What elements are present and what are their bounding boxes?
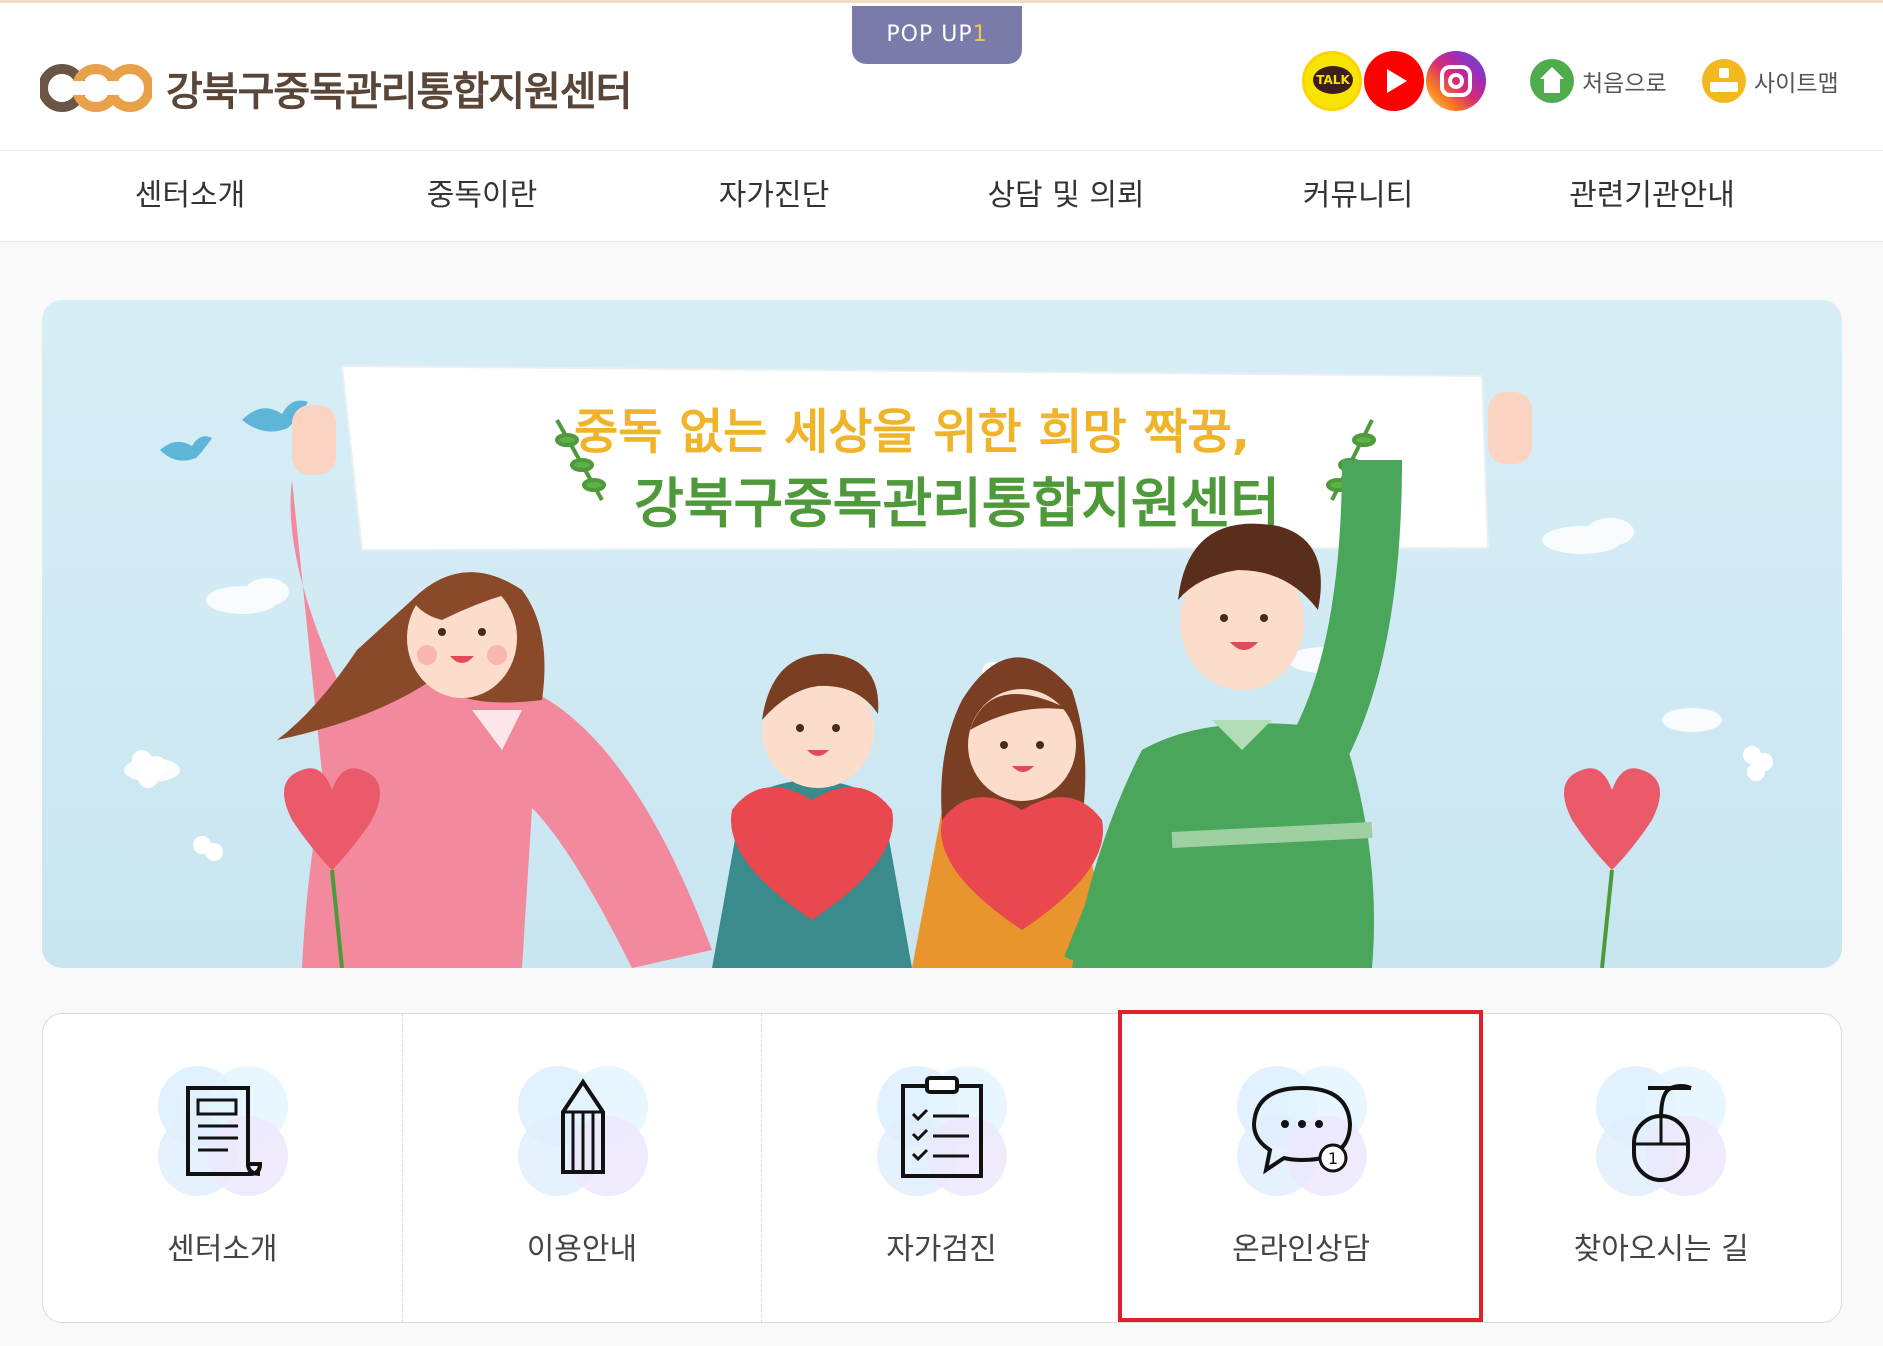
instagram-icon[interactable] <box>1426 51 1486 111</box>
home-body <box>1544 79 1560 93</box>
nav-item-counseling[interactable]: 상담 및 의뢰 <box>987 151 1144 241</box>
site-name: 강북구중독관리통합지원센터 <box>166 69 632 115</box>
quick-menu-label: 온라인상담 <box>1232 1232 1371 1267</box>
home-icon <box>1530 59 1574 103</box>
nav-item-self-diagnosis[interactable]: 자가진단 <box>719 151 829 241</box>
quick-menu-item-usage-guide[interactable]: 이용안내 <box>403 1014 763 1322</box>
main-banner[interactable]: 중독 없는 세상을 위한 희망 짝꿍, 강북구중독관리통합지원센터 <box>42 300 1842 968</box>
sns-links: TALK <box>1302 51 1488 111</box>
youtube-icon[interactable] <box>1364 51 1424 111</box>
quick-menu-label: 찾아오시는 길 <box>1573 1232 1749 1267</box>
sitemap-dot <box>1728 82 1738 92</box>
home-link[interactable]: 처음으로 <box>1530 59 1667 103</box>
kakao-talk-icon[interactable]: TALK <box>1302 51 1362 111</box>
sitemap-dot <box>1719 68 1729 78</box>
popup-tab[interactable]: POP UP1 <box>852 6 1022 64</box>
quick-menu-item-directions[interactable]: 찾아오시는 길 <box>1481 1014 1841 1322</box>
popup-count: 1 <box>972 22 988 47</box>
banner-line2: 강북구중독관리통합지원센터 <box>634 472 1280 535</box>
nav-item-center-intro[interactable]: 센터소개 <box>135 151 245 241</box>
sitemap-label: 사이트맵 <box>1754 71 1839 97</box>
document-icon <box>158 1066 288 1196</box>
kakao-talk-label: TALK <box>1313 66 1353 94</box>
pencil-icon <box>517 1066 648 1196</box>
quick-menu-label: 센터소개 <box>167 1232 278 1267</box>
quick-menu-label: 이용안내 <box>526 1232 638 1267</box>
sitemap-link[interactable]: 사이트맵 <box>1702 59 1839 103</box>
chat-badge-count: 1 <box>1328 1149 1338 1168</box>
quick-menu-label: 자가검진 <box>886 1232 997 1267</box>
quick-menu: 센터소개 이용안내 자가검진 1 온라인상담 찾아오시는 길 <box>42 1013 1842 1323</box>
instagram-lens <box>1448 73 1464 89</box>
site-logo[interactable]: 강북구중독관리통합지원센터 <box>40 55 632 121</box>
home-roof <box>1540 67 1564 79</box>
play-icon <box>1387 69 1407 93</box>
main-navigation: 센터소개 중독이란 자가진단 상담 및 의뢰 커뮤니티 관련기관안내 <box>0 150 1883 242</box>
nav-item-community[interactable]: 커뮤니티 <box>1303 151 1413 241</box>
banner-line1: 중독 없는 세상을 위한 희망 짝꿍, <box>574 404 1250 460</box>
chat-bubble-icon: 1 <box>1236 1066 1367 1196</box>
quick-menu-item-online-counseling[interactable]: 1 온라인상담 <box>1122 1014 1482 1322</box>
mouse-icon <box>1596 1066 1727 1196</box>
clipboard-checklist-icon <box>877 1066 1008 1196</box>
logo-mark-icon <box>40 64 152 112</box>
home-label: 처음으로 <box>1582 71 1667 97</box>
nav-item-addiction-info[interactable]: 중독이란 <box>427 151 537 241</box>
quick-menu-item-self-check[interactable]: 자가검진 <box>762 1014 1122 1322</box>
site-header: 강북구중독관리통합지원센터 POP UP1 TALK 처음으로 사이트맵 <box>0 3 1883 150</box>
quick-menu-item-center-intro[interactable]: 센터소개 <box>43 1014 403 1322</box>
banner-illustration: 중독 없는 세상을 위한 희망 짝꿍, 강북구중독관리통합지원센터 <box>124 364 1773 968</box>
nav-item-related-orgs[interactable]: 관련기관안내 <box>1569 151 1735 241</box>
popup-tab-label: POP UP <box>886 22 973 47</box>
sitemap-icon <box>1702 59 1746 103</box>
